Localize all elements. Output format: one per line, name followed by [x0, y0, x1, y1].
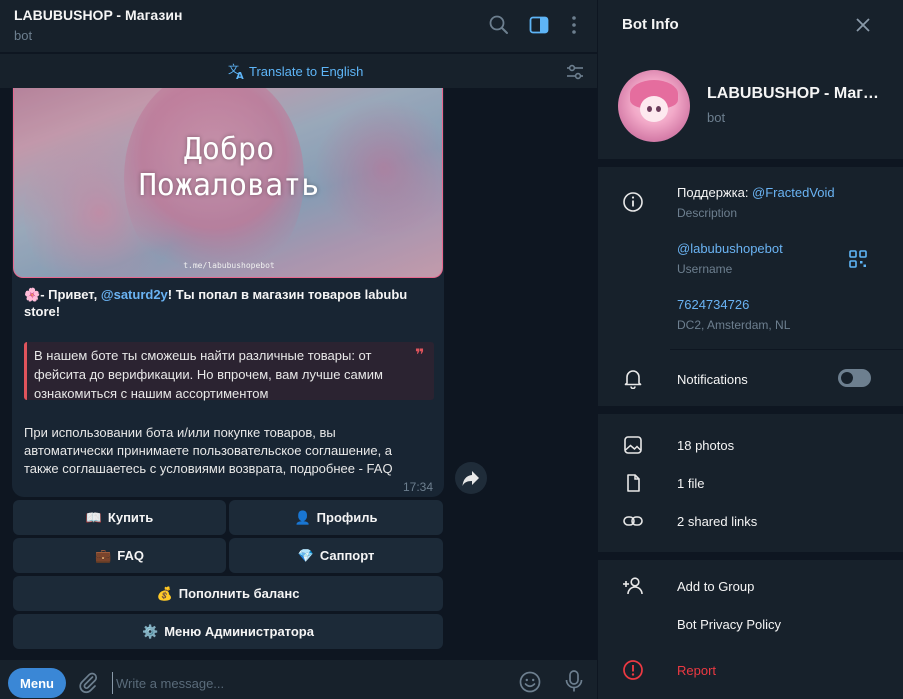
more-icon[interactable]: [563, 14, 585, 36]
bot-info-panel: Bot Info LABUBUSHOP - Магазин bot Поддер…: [598, 0, 903, 699]
file-icon: [627, 474, 640, 492]
welcome-image[interactable]: Добро Пожаловать t.me/labubushopebot: [13, 88, 443, 278]
info-icon: [623, 192, 643, 212]
alert-icon: [623, 660, 643, 680]
chat-subtitle: bot: [14, 28, 33, 43]
support-link[interactable]: @FractedVoid: [752, 185, 835, 200]
chat-title[interactable]: LABUBUSHOP - Магазин: [14, 7, 182, 23]
svg-text:A: A: [236, 71, 244, 80]
section-divider: [598, 552, 903, 560]
attach-icon[interactable]: [76, 670, 100, 694]
settings-icon[interactable]: [565, 62, 585, 82]
notifications-label: Notifications: [677, 372, 748, 387]
admin-menu-button[interactable]: ⚙️ Меню Администратора: [13, 614, 443, 649]
welcome-title-line1: Добро: [183, 132, 275, 167]
panel-title: Bot Info: [622, 16, 679, 33]
bot-name: LABUBUSHOP - Магазин: [707, 85, 882, 102]
user-mention-link[interactable]: @saturd2y: [101, 287, 168, 302]
add-user-icon: [623, 577, 643, 595]
quote-text: В нашем боте ты сможешь найти различные …: [34, 348, 383, 401]
faq-button[interactable]: 💼 FAQ: [13, 538, 226, 573]
translate-bar: 文 A Translate to English: [0, 53, 597, 88]
welcome-image-link: t.me/labubushopebot: [183, 261, 275, 270]
chat-header[interactable]: LABUBUSHOP - Магазин bot: [0, 0, 597, 52]
bot-id[interactable]: 7624734726: [677, 297, 749, 312]
greeting-text: 🌸- Привет, @saturd2y! Ты попал в магазин…: [24, 287, 408, 319]
username-label: Username: [677, 262, 733, 276]
photos-link[interactable]: 18 photos: [677, 438, 734, 453]
privacy-policy-button[interactable]: Bot Privacy Policy: [677, 617, 781, 632]
row-divider: [670, 349, 903, 350]
add-to-group-button[interactable]: Add to Group: [677, 579, 754, 594]
topup-balance-button[interactable]: 💰 Пополнить баланс: [13, 576, 443, 611]
forward-icon: [462, 471, 479, 486]
bot-menu-button[interactable]: Menu: [8, 668, 66, 698]
files-link[interactable]: 1 file: [677, 476, 704, 491]
close-icon[interactable]: [854, 16, 872, 34]
welcome-title-line2: Пожаловать: [138, 168, 320, 203]
message-time: 17:34: [403, 480, 434, 494]
section-divider: [598, 159, 903, 167]
terms-text: При использовании бота и/или покупке тов…: [24, 425, 393, 476]
notifications-toggle[interactable]: [838, 369, 871, 387]
translate-button[interactable]: Translate to English: [249, 64, 363, 79]
section-divider: [598, 406, 903, 414]
flower-emoji: 🌸: [24, 287, 41, 302]
description-label: Description: [677, 206, 738, 220]
link-icon: [623, 516, 643, 526]
quote-icon: ❞: [415, 347, 425, 364]
bot-type: bot: [707, 110, 726, 125]
mic-icon[interactable]: [563, 669, 585, 693]
search-icon[interactable]: [488, 14, 510, 36]
support-button[interactable]: 💎 Саппорт: [229, 538, 443, 573]
translate-icon[interactable]: 文 A: [228, 62, 246, 80]
bell-icon: [624, 370, 642, 389]
chat-pane: LABUBUSHOP - Магазин bot 文 A Translate t…: [0, 0, 597, 699]
sidebar-toggle-icon[interactable]: [528, 14, 550, 36]
emoji-icon[interactable]: [518, 670, 542, 694]
shared-links-link[interactable]: 2 shared links: [677, 514, 757, 529]
description-text: Поддержка: @FractedVoid: [677, 185, 835, 200]
buy-button[interactable]: 📖 Купить: [13, 500, 226, 535]
photo-icon: [624, 436, 642, 454]
profile-button[interactable]: 👤 Профиль: [229, 500, 443, 535]
avatar[interactable]: [618, 70, 690, 142]
username-link[interactable]: @labubushopebot: [677, 241, 783, 256]
qr-code-icon[interactable]: [848, 249, 868, 269]
message-input[interactable]: [112, 672, 502, 694]
datacenter-label: DC2, Amsterdam, NL: [677, 318, 791, 332]
report-button[interactable]: Report: [677, 663, 716, 678]
forward-button[interactable]: [455, 462, 487, 494]
